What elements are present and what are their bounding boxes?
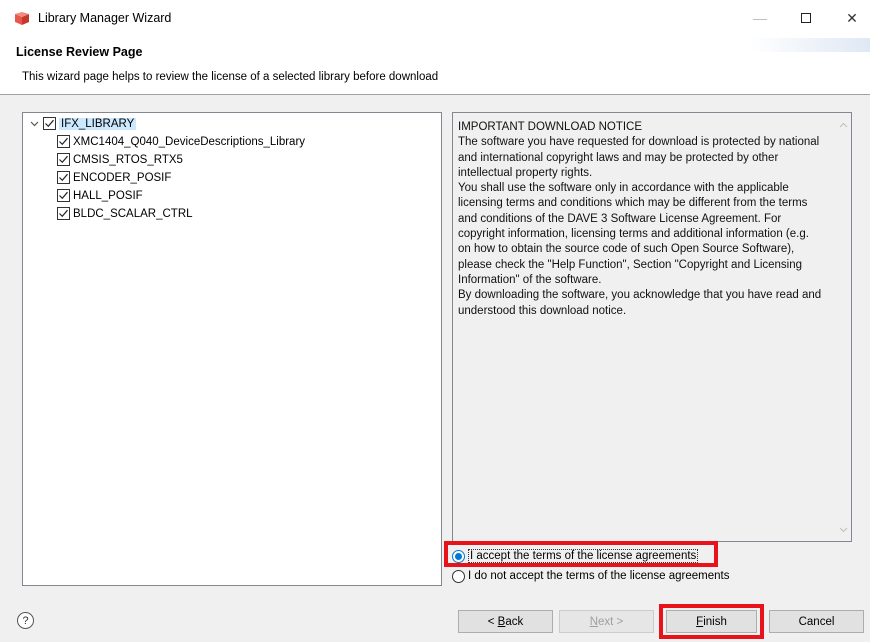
license-line: You shall use the software only in accor…	[458, 182, 789, 195]
tree-item-root[interactable]: IFX_LIBRARY	[29, 115, 137, 132]
close-icon: ✕	[846, 9, 858, 26]
checkbox-checked-icon[interactable]	[57, 189, 70, 202]
decline-license-label: I do not accept the terms of the license…	[468, 570, 730, 582]
tree-item-label: BLDC_SCALAR_CTRL	[73, 207, 193, 220]
next-button-label: ext >	[598, 615, 624, 628]
tree-item[interactable]: BLDC_SCALAR_CTRL	[57, 205, 193, 222]
license-line: on how to obtain the source code of such…	[458, 243, 795, 256]
back-button-label: ack	[505, 615, 524, 628]
tree-item[interactable]: ENCODER_POSIF	[57, 169, 171, 186]
help-icon[interactable]: ?	[17, 612, 34, 629]
checkbox-checked-icon[interactable]	[57, 153, 70, 166]
license-text-area[interactable]: IMPORTANT DOWNLOAD NOTICE The software yo…	[452, 112, 852, 542]
title-bar: Library Manager Wizard — ✕	[0, 0, 870, 36]
cancel-button[interactable]: Cancel	[769, 610, 864, 633]
maximize-button[interactable]	[783, 0, 829, 36]
next-button[interactable]: Next >	[559, 610, 654, 633]
tree-item-label: IFX_LIBRARY	[59, 117, 137, 130]
scroll-up-icon[interactable]	[837, 120, 849, 130]
highlight-box	[444, 541, 718, 567]
license-line: and conditions of the DAVE 3 Software Li…	[458, 212, 782, 225]
back-button[interactable]: < Back	[458, 610, 553, 633]
back-button-mnemonic: B	[497, 615, 506, 628]
tree-item-label: XMC1404_Q040_DeviceDescriptions_Library	[73, 135, 306, 148]
maximize-icon	[801, 13, 811, 23]
minimize-icon: —	[753, 10, 767, 26]
license-line: Information" of the software.	[458, 273, 602, 286]
license-line: and international copyright laws and may…	[458, 151, 779, 164]
library-tree[interactable]: IFX_LIBRARY XMC1404_Q040_DeviceDescripti…	[22, 112, 442, 586]
radio-unselected-icon[interactable]	[452, 569, 465, 583]
highlight-box	[659, 604, 764, 639]
page-title: License Review Page	[16, 45, 143, 59]
wizard-header: License Review Page This wizard page hel…	[0, 36, 870, 94]
back-button-prefix: <	[487, 615, 498, 628]
license-line: By downloading the software, you acknowl…	[458, 289, 822, 302]
license-line: licensing terms and conditions which may…	[458, 197, 808, 210]
next-button-mnemonic: N	[589, 615, 599, 628]
page-description: This wizard page helps to review the lic…	[22, 71, 439, 83]
help-glyph: ?	[22, 614, 29, 627]
license-line: The software you have requested for down…	[458, 136, 820, 149]
license-line: please check the "Help Function", Sectio…	[458, 258, 803, 271]
wizard-body: IFX_LIBRARY XMC1404_Q040_DeviceDescripti…	[0, 95, 870, 595]
library-manager-app-icon	[15, 12, 29, 25]
tree-item[interactable]: HALL_POSIF	[57, 187, 143, 204]
checkbox-checked-icon[interactable]	[57, 171, 70, 184]
license-line: IMPORTANT DOWNLOAD NOTICE	[458, 121, 643, 133]
license-line: intellectual property rights.	[458, 166, 593, 179]
close-button[interactable]: ✕	[829, 0, 870, 36]
tree-item-label: HALL_POSIF	[73, 189, 143, 202]
header-banner	[750, 38, 870, 52]
decline-license-radio[interactable]: I do not accept the terms of the license…	[452, 568, 729, 584]
license-text: IMPORTANT DOWNLOAD NOTICE The software yo…	[458, 120, 841, 319]
tree-item[interactable]: XMC1404_Q040_DeviceDescriptions_Library	[57, 133, 305, 150]
minimize-button[interactable]: —	[737, 0, 783, 36]
license-line: copyright information, licensing terms a…	[458, 228, 809, 241]
license-line: understood this download notice.	[458, 304, 627, 317]
checkbox-checked-icon[interactable]	[43, 117, 56, 130]
tree-item-label: ENCODER_POSIF	[73, 171, 172, 184]
checkbox-checked-icon[interactable]	[57, 207, 70, 220]
chevron-down-icon[interactable]	[29, 115, 39, 132]
tree-item-label: CMSIS_RTOS_RTX5	[73, 153, 183, 166]
checkbox-checked-icon[interactable]	[57, 135, 70, 148]
scroll-down-icon[interactable]	[837, 525, 849, 535]
window-title: Library Manager Wizard	[38, 11, 172, 25]
tree-item[interactable]: CMSIS_RTOS_RTX5	[57, 151, 183, 168]
